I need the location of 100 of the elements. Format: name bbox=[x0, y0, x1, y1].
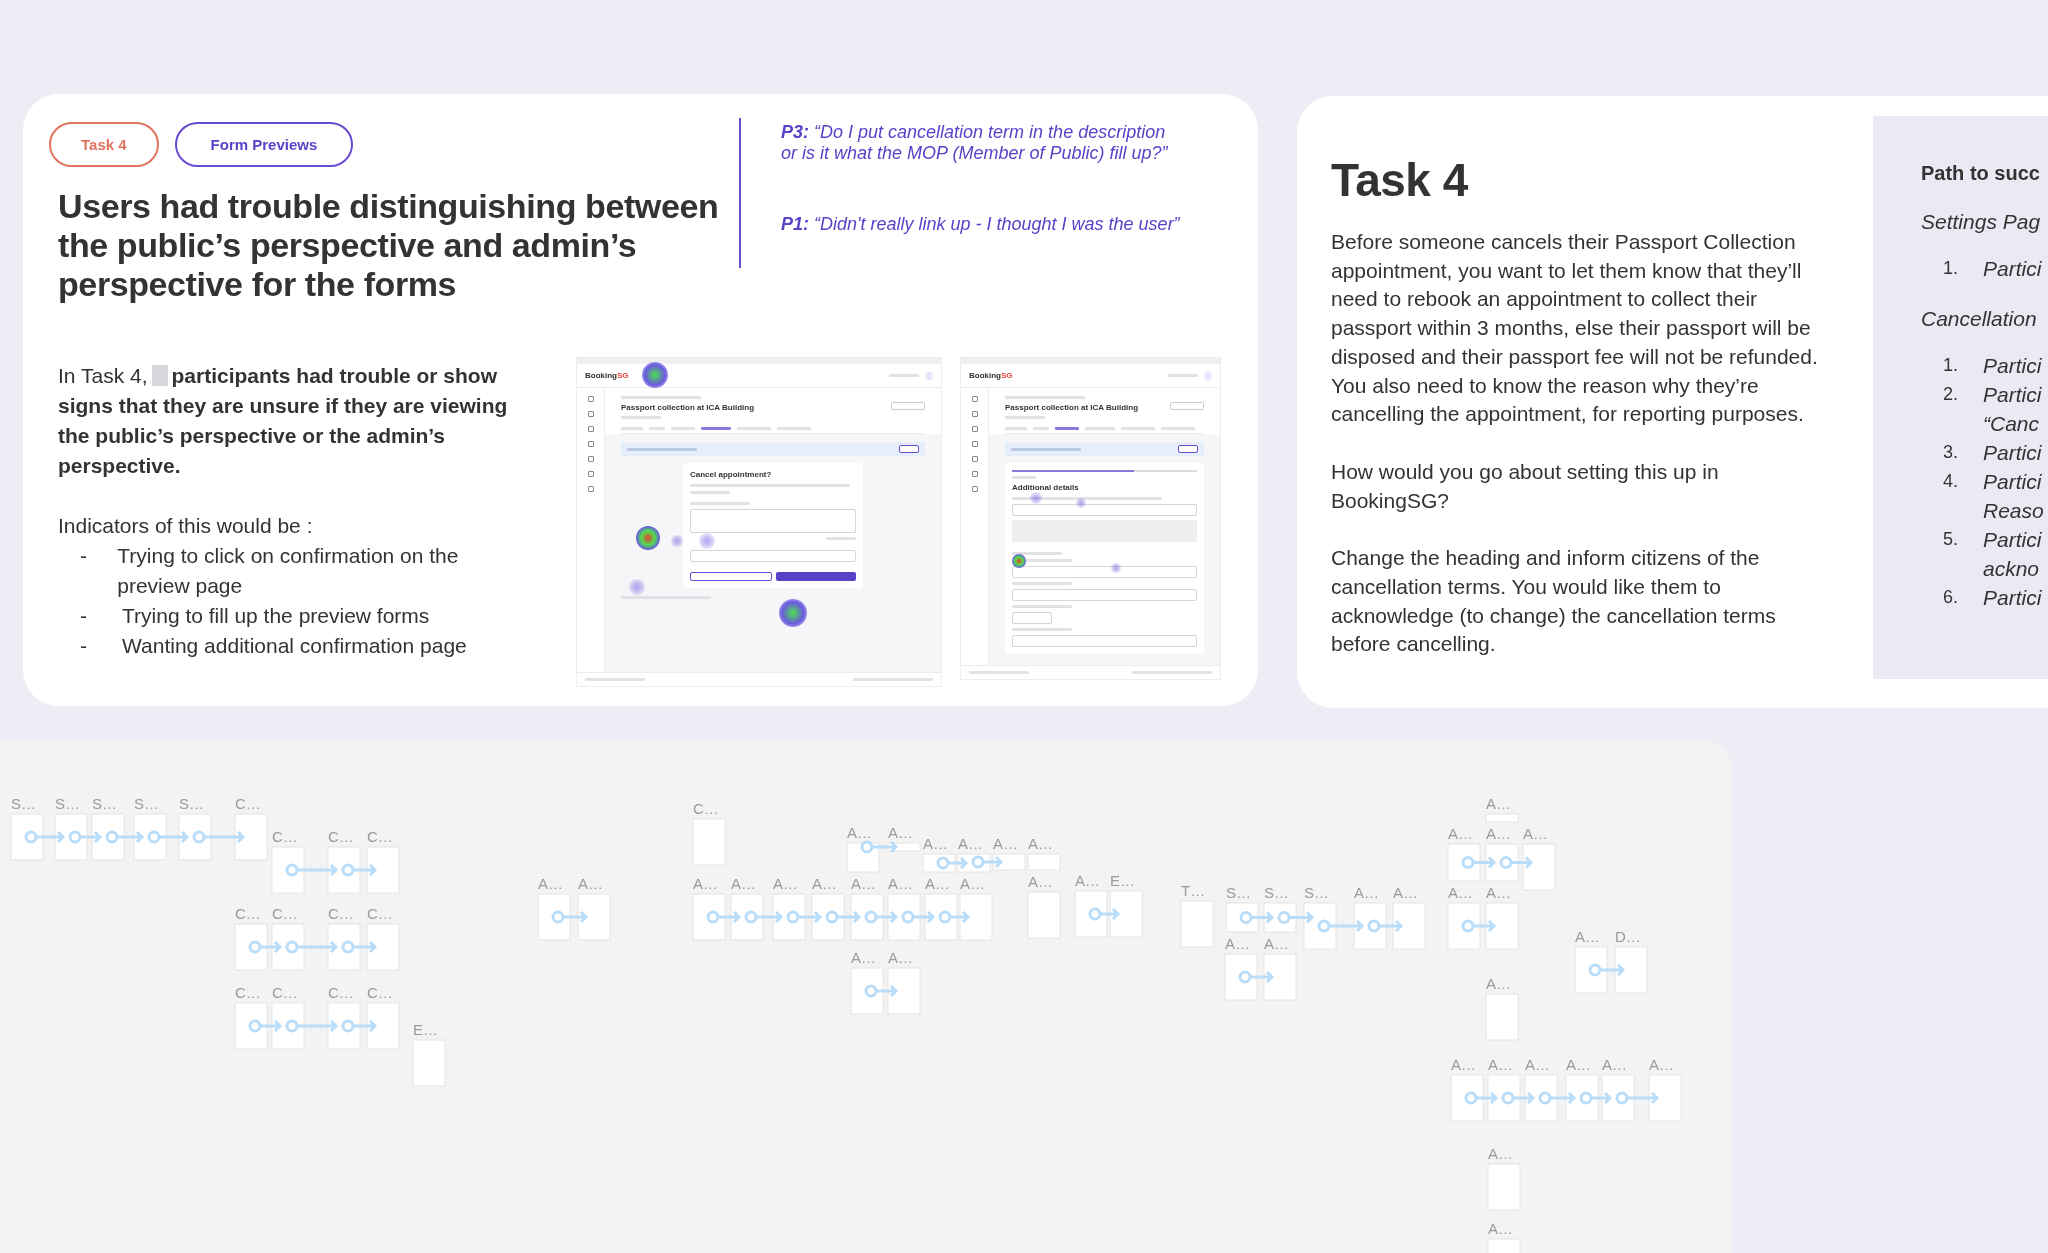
app-logo: BookingSG bbox=[969, 370, 1013, 381]
back-button[interactable] bbox=[690, 572, 772, 581]
input-field[interactable] bbox=[1012, 566, 1197, 578]
input-field[interactable] bbox=[1012, 589, 1197, 601]
connector-arrow bbox=[1461, 856, 1497, 869]
heatmap-spot bbox=[671, 535, 683, 547]
connector-arrow bbox=[1461, 919, 1497, 933]
frame-label: A… bbox=[1486, 884, 1511, 902]
heatmap-spot bbox=[642, 362, 668, 388]
frame-thumbnail bbox=[366, 923, 400, 971]
sidebar-icon[interactable] bbox=[587, 486, 594, 492]
bullet-dash: - bbox=[79, 633, 88, 659]
form-heading: Cancel appointment? bbox=[690, 470, 773, 480]
frame-label: E… bbox=[1110, 872, 1135, 890]
frame-label: S… bbox=[1264, 884, 1289, 902]
checkbox-field[interactable] bbox=[690, 550, 856, 562]
app-logo: BookingSG bbox=[585, 370, 629, 381]
step-number: 4. bbox=[1942, 470, 1959, 493]
frame-label: A… bbox=[1448, 825, 1473, 843]
blurred-text bbox=[701, 427, 731, 430]
frame-label: S… bbox=[1304, 884, 1329, 902]
connector-arrow bbox=[938, 910, 971, 924]
frame-label: D… bbox=[1615, 928, 1641, 946]
sidebar-icon[interactable] bbox=[971, 411, 978, 417]
frame-thumbnail bbox=[692, 893, 726, 941]
frame-label: A… bbox=[923, 835, 948, 853]
connector-arrow bbox=[1317, 919, 1365, 933]
task-paragraph: How would you go about setting this up in BookingSG? bbox=[1331, 458, 1720, 514]
heatmap-spot bbox=[699, 533, 715, 549]
connector-arrow bbox=[936, 856, 969, 870]
connector-arrow bbox=[105, 830, 145, 844]
sidebar-icon[interactable] bbox=[971, 486, 978, 492]
sidebar-icon[interactable] bbox=[587, 396, 594, 402]
sidebar-icon[interactable] bbox=[587, 471, 594, 477]
sidebar-icon[interactable] bbox=[971, 441, 978, 447]
frame-label: A… bbox=[731, 875, 756, 893]
sidebar-icon[interactable] bbox=[587, 411, 594, 417]
step-text: Partici bbox=[1983, 527, 2042, 553]
finding-heading: Users had trouble distinguishing between the public’s perspective and admin’s perspective for the forms bbox=[58, 187, 720, 304]
frame-label: A… bbox=[1566, 1056, 1591, 1074]
tag[interactable]: Form Previews bbox=[174, 122, 354, 167]
frame-thumbnail bbox=[850, 967, 884, 1015]
indicator-text: Trying to click on confirmation on the preview page bbox=[117, 543, 460, 599]
blurred-text bbox=[627, 447, 697, 451]
frame-label: C… bbox=[367, 828, 393, 846]
sidebar-icon[interactable] bbox=[587, 426, 594, 432]
blurred-text bbox=[1011, 447, 1081, 451]
step-text: Partici bbox=[1983, 440, 2042, 466]
sidebar-icon[interactable] bbox=[971, 456, 978, 462]
input-field[interactable] bbox=[1012, 612, 1052, 624]
task-paragraph: Before someone cancels their Passport Collection appointment, you want to let them know that they’ll need to rebook an appointment to collect their passport within 3 months, else their passport will be disposed and their passport fee will not be refunded. You also need to know the reason why they’re cancelling the appointment, for reporting purposes. bbox=[1331, 229, 1819, 428]
sidebar-icon[interactable] bbox=[587, 456, 594, 462]
frame-label: E… bbox=[413, 1021, 438, 1039]
frame-label: A… bbox=[1264, 935, 1289, 953]
frame-thumbnail bbox=[577, 893, 611, 941]
frame-label: A… bbox=[1393, 884, 1418, 902]
task-title: Task 4 bbox=[1331, 154, 1469, 206]
frame-thumbnail bbox=[366, 1002, 400, 1050]
frame-label: A… bbox=[812, 875, 837, 893]
step-text: Partici bbox=[1983, 585, 2042, 611]
indicator-text: Trying to fill up the preview forms bbox=[122, 603, 430, 629]
frame-label: A… bbox=[578, 875, 603, 893]
frame-thumbnail bbox=[1450, 1074, 1484, 1122]
heatmap-spot bbox=[1076, 498, 1086, 508]
connector-arrow bbox=[864, 910, 899, 924]
blurred-text bbox=[1055, 427, 1079, 430]
frame-label: A… bbox=[851, 949, 876, 967]
step-text: ackno bbox=[1983, 556, 2041, 582]
sidebar-icon[interactable] bbox=[971, 426, 978, 432]
page-title: Passport collection at ICA Building bbox=[1005, 403, 1139, 413]
frame-thumbnail bbox=[959, 893, 993, 941]
sidebar-icon[interactable] bbox=[971, 396, 978, 402]
frame-label: A… bbox=[1075, 872, 1100, 890]
customise-button[interactable] bbox=[899, 445, 919, 453]
connector-arrow bbox=[1615, 1091, 1660, 1105]
frame-label: S… bbox=[179, 795, 204, 813]
step-number: 3. bbox=[1942, 441, 1959, 464]
step-text: “Canc bbox=[1983, 411, 2041, 437]
participant-quote: P1: “Didn't really link up - I thought I was the user” bbox=[781, 214, 1181, 235]
frame-label: A… bbox=[1354, 884, 1379, 902]
frame-thumbnail bbox=[1614, 946, 1648, 994]
frame-thumbnail bbox=[271, 846, 305, 894]
frame-label: T… bbox=[1181, 882, 1206, 900]
frame-label: A… bbox=[993, 835, 1018, 853]
indicator-text: Wanting additional confirmation page bbox=[122, 633, 467, 659]
connector-arrow bbox=[825, 910, 862, 924]
connector-arrow bbox=[1501, 1091, 1536, 1105]
heatmap-spot bbox=[629, 579, 645, 595]
sidebar-icon[interactable] bbox=[971, 471, 978, 477]
step-number: 6. bbox=[1942, 586, 1959, 609]
indicators-title: Indicators of this would be : bbox=[58, 513, 314, 539]
form-heading: Additional details bbox=[1012, 483, 1080, 493]
frame-label: S… bbox=[134, 795, 159, 813]
frame-label: C… bbox=[235, 905, 261, 923]
page-title: Passport collection at ICA Building bbox=[621, 403, 755, 413]
frame-label: C… bbox=[367, 905, 393, 923]
frame-label: A… bbox=[1448, 884, 1473, 902]
input-field[interactable] bbox=[1012, 635, 1197, 647]
customise-button[interactable] bbox=[1178, 445, 1198, 453]
sidebar-icon[interactable] bbox=[587, 441, 594, 447]
